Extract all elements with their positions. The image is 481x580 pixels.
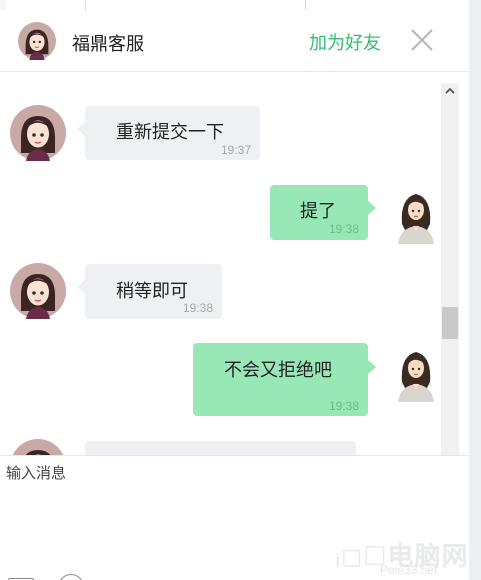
message-bubble-sent[interactable]: 提了 19:38 (270, 185, 368, 240)
message-list[interactable]: 重新提交一下 19:37 提了 19:38 稍等即可 19:38 不会又拒绝吧 … (0, 73, 441, 455)
user-avatar-icon (398, 194, 434, 244)
message-text: 不会又拒绝吧 (224, 360, 332, 380)
message-bubble-received[interactable]: 稍等即可 19:38 (85, 264, 222, 319)
message-text: 提了 (300, 201, 336, 221)
bubble-tail (368, 360, 376, 374)
bubble-tail (368, 201, 376, 215)
chat-header: 福鼎客服 加为好友 (0, 10, 469, 72)
background-divider (85, 0, 86, 10)
message-text: 稍等即可 (116, 281, 188, 301)
message-bubble-received[interactable] (85, 441, 356, 455)
message-time: 19:37 (221, 143, 252, 157)
add-friend-button[interactable]: 加为好友 (309, 29, 381, 55)
composer: ᵢ◻☐电脑网 Pole33.net (0, 455, 469, 580)
scrollbar-thumb[interactable] (442, 307, 458, 339)
message-scrollbar[interactable] (441, 83, 459, 455)
message-time: 19:38 (183, 301, 214, 315)
chat-window: 福鼎客服 加为好友 重新提交一下 19:37 提了 19:38 稍等即可 19:… (0, 10, 469, 580)
agent-avatar-icon (12, 439, 64, 455)
close-icon[interactable] (410, 28, 434, 52)
message-time: 19:38 (329, 399, 360, 413)
background-divider (305, 0, 306, 10)
message-bubble-sent[interactable]: 不会又拒绝吧 19:38 (193, 343, 368, 416)
agent-avatar-icon (10, 105, 66, 161)
agent-avatar-icon (10, 263, 66, 319)
message-text: 重新提交一下 (116, 122, 224, 142)
scroll-up-icon[interactable] (441, 83, 459, 99)
agent-avatar-icon[interactable] (18, 22, 56, 60)
emoji-icon[interactable] (58, 574, 84, 580)
bubble-tail (77, 122, 85, 136)
contact-name: 福鼎客服 (72, 34, 144, 54)
user-avatar-icon (398, 352, 434, 402)
watermark-sub: Pole33.net (380, 563, 438, 577)
message-time: 19:38 (329, 222, 360, 236)
bubble-tail (77, 280, 85, 294)
background-panel-right (469, 0, 481, 580)
message-bubble-received[interactable]: 重新提交一下 19:37 (85, 106, 260, 160)
